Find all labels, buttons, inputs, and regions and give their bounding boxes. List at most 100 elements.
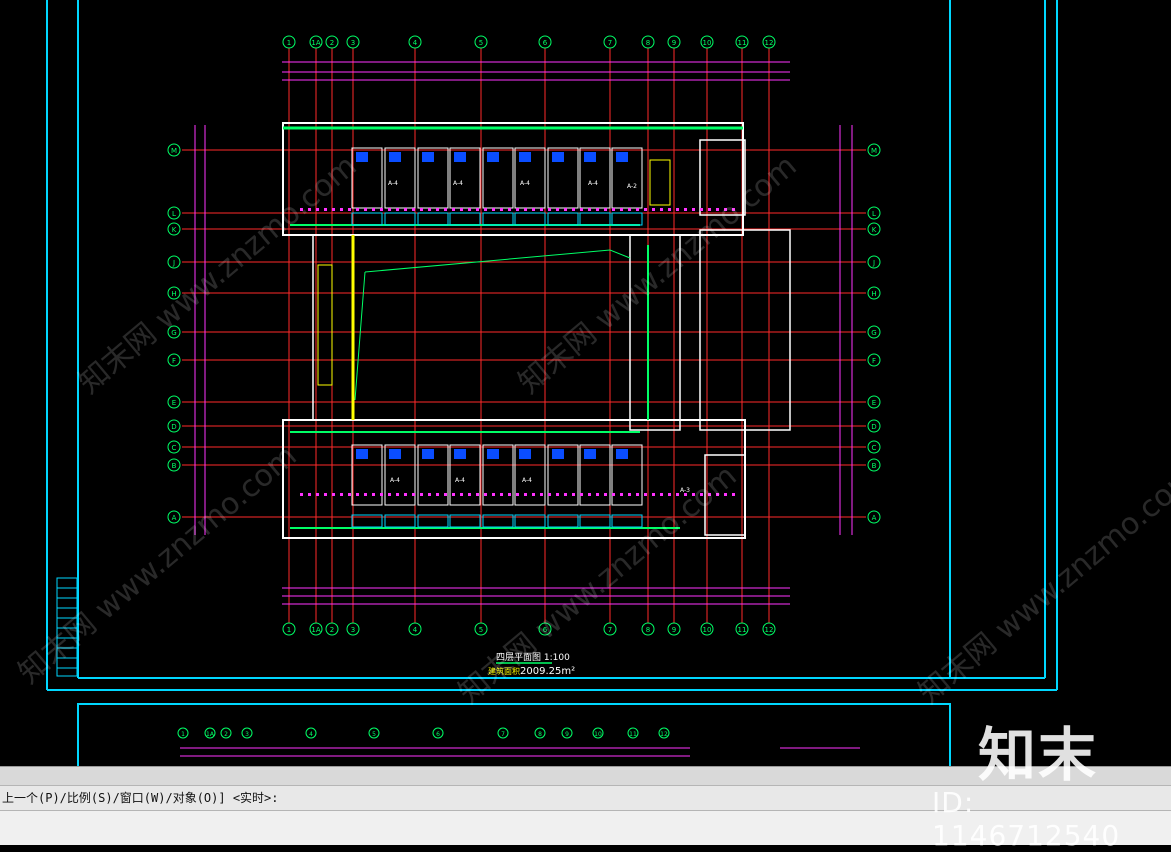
cad-drawing-canvas[interactable]: 1 1A 2 3 4 5 6 7 8 9 10 11 12 1 1A 2 3 4 5 6 7 8 9 10 11 12 MLKJ… [0,0,1171,766]
axis-bubble: 8 [641,622,655,636]
axis-bubble-label: B [872,462,877,470]
column-marker [580,493,583,496]
axis-bubble-label: 8 [646,626,650,634]
room-fixture [454,449,466,459]
column-marker [636,493,639,496]
axis-bubble-label: L [872,210,876,218]
axis-bubble-label: D [871,423,876,431]
axis-bubble-label: 7 [608,626,612,634]
axis-bubble: 5 [474,622,488,636]
column-marker [540,208,543,211]
column-marker [460,208,463,211]
axis-bubble-label: 2 [224,731,228,738]
column-marker [652,493,655,496]
axis-bubble: 1A [204,727,216,739]
column-marker [588,493,591,496]
column-marker [540,493,543,496]
room-label: A-4 [522,477,532,484]
axis-bubble-label: K [172,226,177,234]
axis-bubble: 10 [592,727,604,739]
axis-bubble: 3 [346,622,360,636]
balcony-outline [384,212,416,226]
axis-bubble-label: 6 [436,731,440,738]
column-marker [636,208,639,211]
balcony-outline [417,212,449,226]
column-marker [572,208,575,211]
column-marker [620,493,623,496]
axis-bubble: 7 [603,35,617,49]
column-marker [324,493,327,496]
axis-bubble: 6 [538,35,552,49]
room-fixture [389,449,401,459]
axis-bubble: 8 [641,35,655,49]
column-marker [668,208,671,211]
column-marker [548,493,551,496]
column-marker [404,493,407,496]
room-fixture [422,449,434,459]
axis-bubble: M [167,143,181,157]
column-marker [420,208,423,211]
axis-bubble: 9 [667,35,681,49]
axis-bubble-label: 10 [703,626,712,634]
axis-bubble: 1 [282,622,296,636]
axis-bubble-label: C [872,444,877,452]
axis-bubble: 12 [762,622,776,636]
axis-bubble: 11 [627,727,639,739]
axis-bubble: D [867,419,881,433]
column-marker [660,208,663,211]
column-marker [420,493,423,496]
axis-bubble: 2 [325,35,339,49]
column-marker [356,208,359,211]
axis-bubble: 1 [177,727,189,739]
axis-bubble: G [867,325,881,339]
axis-bubble: 7 [497,727,509,739]
axis-bubble-label: C [172,444,177,452]
room-fixture [584,152,596,162]
axis-bubbles-top: 1 1A 2 3 4 5 6 7 8 9 10 11 12 [282,35,776,49]
column-marker [340,493,343,496]
axis-bubble: 1 [282,35,296,49]
column-marker [644,493,647,496]
column-marker [484,493,487,496]
balcony-outline [514,212,546,226]
column-marker [676,208,679,211]
column-marker [652,208,655,211]
command-prompt: 上一个(P)/比例(S)/窗口(W)/对象(O)] <实时>: [2,791,279,805]
axis-bubble-label: F [872,357,876,365]
axis-bubble-label: L [172,210,176,218]
axis-bubble: 7 [603,622,617,636]
axis-bubble-label: 12 [660,731,668,738]
axis-bubble-label: 4 [413,39,418,47]
axis-bubble: 9 [561,727,573,739]
axis-bubble: 5 [474,35,488,49]
column-marker [372,208,375,211]
axis-bubble-label: E [872,399,876,407]
axis-bubble-label: H [871,290,876,298]
axis-bubble-label: 11 [738,39,747,47]
axis-bubble-label: 4 [413,626,418,634]
balcony-outline [482,212,514,226]
column-marker [364,493,367,496]
axis-bubble-label: F [172,357,176,365]
axis-bubble-label: 9 [672,626,676,634]
axis-bubble: L [167,206,181,220]
column-marker [508,208,511,211]
axis-bubble-label: 10 [703,39,712,47]
axis-bubble: 3 [241,727,253,739]
room-label: A-4 [455,477,465,484]
axis-bubble-label: 5 [479,39,483,47]
column-marker [380,493,383,496]
area-value: 2009.25m² [520,666,575,677]
axis-bubble: J [867,255,881,269]
axis-bubble-label: G [871,329,876,337]
axis-bubble-label: 9 [565,731,569,738]
room-fixture [454,152,466,162]
room-label: A-4 [388,180,398,187]
axis-bubble-label: 5 [479,626,483,634]
column-marker [508,493,511,496]
axis-bubbles-lower: 1 1A 2 3 4 5 6 7 8 9 10 11 12 [177,727,670,739]
axis-bubble: B [167,458,181,472]
column-marker [492,208,495,211]
axis-bubble: 12 [762,35,776,49]
column-marker [588,208,591,211]
